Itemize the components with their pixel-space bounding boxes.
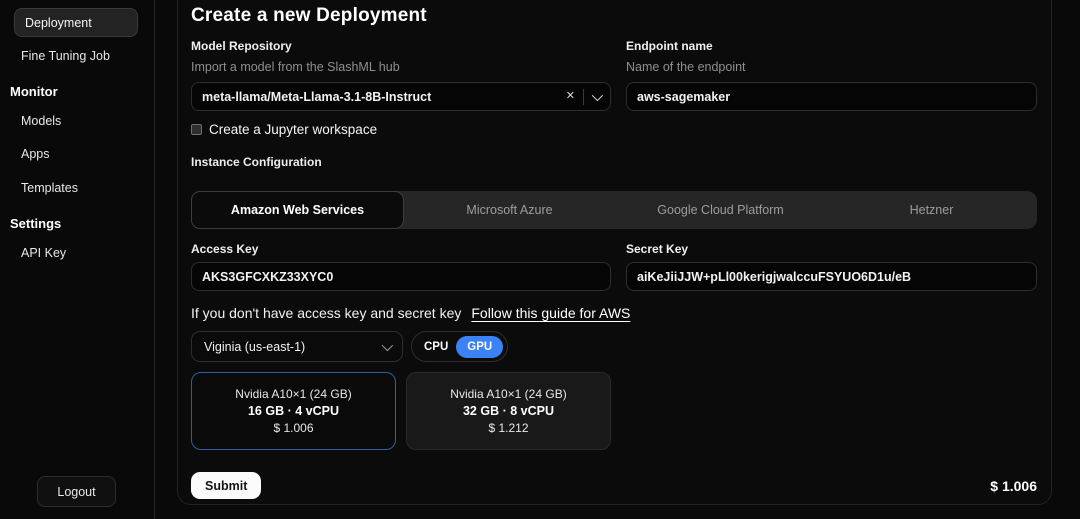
instance-name: Nvidia A10×1 (24 GB) — [450, 387, 567, 401]
model-repository-input[interactable] — [202, 89, 558, 104]
chevron-down-icon[interactable] — [591, 89, 604, 101]
access-key-box — [191, 262, 611, 291]
secret-key-field: Secret Key — [626, 242, 1037, 291]
chevron-down-icon — [381, 339, 394, 351]
total-price: $ 1.006 — [990, 477, 1037, 494]
model-repository-combobox[interactable]: ✕ — [191, 82, 611, 111]
sidebar-item-label: Deployment — [25, 15, 92, 30]
instance-specs: 32 GB · 8 vCPU — [462, 404, 554, 418]
jupyter-workspace-checkbox[interactable] — [191, 123, 202, 135]
instance-name: Nvidia A10×1 (24 GB) — [235, 387, 352, 401]
model-repository-description: Import a model from the SlashML hub — [191, 60, 400, 74]
region-row: Viginia (us-east-1) CPU GPU — [191, 331, 1037, 362]
sidebar-item-apps[interactable]: Apps — [21, 147, 50, 161]
submit-button[interactable]: Submit — [191, 472, 262, 499]
footer-row: Submit $ 1.006 — [191, 472, 1037, 499]
secret-key-box — [626, 262, 1037, 291]
gpu-toggle-option[interactable]: GPU — [456, 335, 504, 358]
endpoint-name-input[interactable] — [637, 89, 1026, 104]
clear-icon[interactable]: ✕ — [566, 91, 575, 102]
secret-key-label: Secret Key — [626, 242, 689, 256]
sidebar-item-label: Apps — [21, 147, 50, 161]
endpoint-name-label: Endpoint name — [626, 39, 713, 53]
combobox-controls: ✕ — [566, 88, 604, 105]
cpu-toggle-option[interactable]: CPU — [424, 341, 448, 353]
sidebar: Deployment Fine Tuning Job Monitor Model… — [0, 0, 155, 519]
region-select[interactable]: Viginia (us-east-1) — [191, 331, 403, 362]
endpoint-name-field: Endpoint name Name of the endpoint — [626, 39, 1037, 111]
instance-cards-row: Nvidia A10×1 (24 GB) 16 GB · 4 vCPU $ 1.… — [191, 372, 1037, 450]
sidebar-item-label: Fine Tuning Job — [21, 49, 110, 63]
access-key-field: Access Key — [191, 242, 611, 291]
jupyter-workspace-label: Create a Jupyter workspace — [209, 121, 378, 137]
instance-specs: 16 GB · 4 vCPU — [247, 404, 339, 418]
instance-price: $ 1.212 — [488, 421, 529, 435]
access-key-label: Access Key — [191, 242, 259, 256]
tab-amazon-web-services[interactable]: Amazon Web Services — [191, 191, 404, 229]
endpoint-name-description: Name of the endpoint — [626, 60, 746, 74]
model-repository-label: Model Repository — [191, 39, 292, 53]
sidebar-section-settings: Settings — [10, 216, 62, 231]
access-key-input[interactable] — [202, 269, 600, 284]
secret-key-input[interactable] — [637, 269, 1026, 284]
region-select-value: Viginia (us-east-1) — [204, 339, 306, 354]
jupyter-workspace-row: Create a Jupyter workspace — [191, 121, 1037, 137]
instance-card[interactable]: Nvidia A10×1 (24 GB) 32 GB · 8 vCPU $ 1.… — [406, 372, 611, 450]
logout-button[interactable]: Logout — [37, 476, 116, 507]
instance-card-selected[interactable]: Nvidia A10×1 (24 GB) 16 GB · 4 vCPU $ 1.… — [191, 372, 396, 450]
page-title: Create a new Deployment — [191, 5, 427, 26]
keys-row: Access Key Secret Key — [191, 242, 1037, 291]
tab-hetzner[interactable]: Hetzner — [826, 191, 1037, 229]
sidebar-item-models[interactable]: Models — [21, 114, 61, 128]
sidebar-item-deployment[interactable]: Deployment — [14, 8, 138, 37]
compute-type-toggle: CPU GPU — [411, 331, 509, 362]
sidebar-item-api-key[interactable]: API Key — [21, 246, 66, 260]
endpoint-name-box — [626, 82, 1037, 111]
model-repository-field: Model Repository Import a model from the… — [191, 39, 611, 111]
provider-tabbar: Amazon Web Services Microsoft Azure Goog… — [191, 191, 1037, 229]
sidebar-item-label: Models — [21, 114, 62, 128]
sidebar-item-label: Templates — [21, 181, 78, 195]
divider — [583, 88, 584, 105]
aws-guide-link[interactable]: Follow this guide for AWS — [471, 305, 630, 321]
tab-microsoft-azure[interactable]: Microsoft Azure — [404, 191, 615, 229]
sidebar-section-monitor: Monitor — [10, 84, 58, 99]
tab-google-cloud-platform[interactable]: Google Cloud Platform — [615, 191, 826, 229]
instance-configuration-label: Instance Configuration — [191, 155, 322, 169]
guide-row: If you don't have access key and secret … — [191, 304, 1037, 321]
main-panel: Create a new Deployment Model Repository… — [177, 0, 1052, 505]
sidebar-item-templates[interactable]: Templates — [21, 181, 78, 195]
sidebar-item-fine-tuning-job[interactable]: Fine Tuning Job — [21, 49, 110, 63]
instance-price: $ 1.006 — [273, 421, 314, 435]
repository-endpoint-row: Model Repository Import a model from the… — [191, 39, 1037, 111]
sidebar-item-label: API Key — [21, 246, 67, 260]
guide-text: If you don't have access key and secret … — [191, 304, 462, 321]
